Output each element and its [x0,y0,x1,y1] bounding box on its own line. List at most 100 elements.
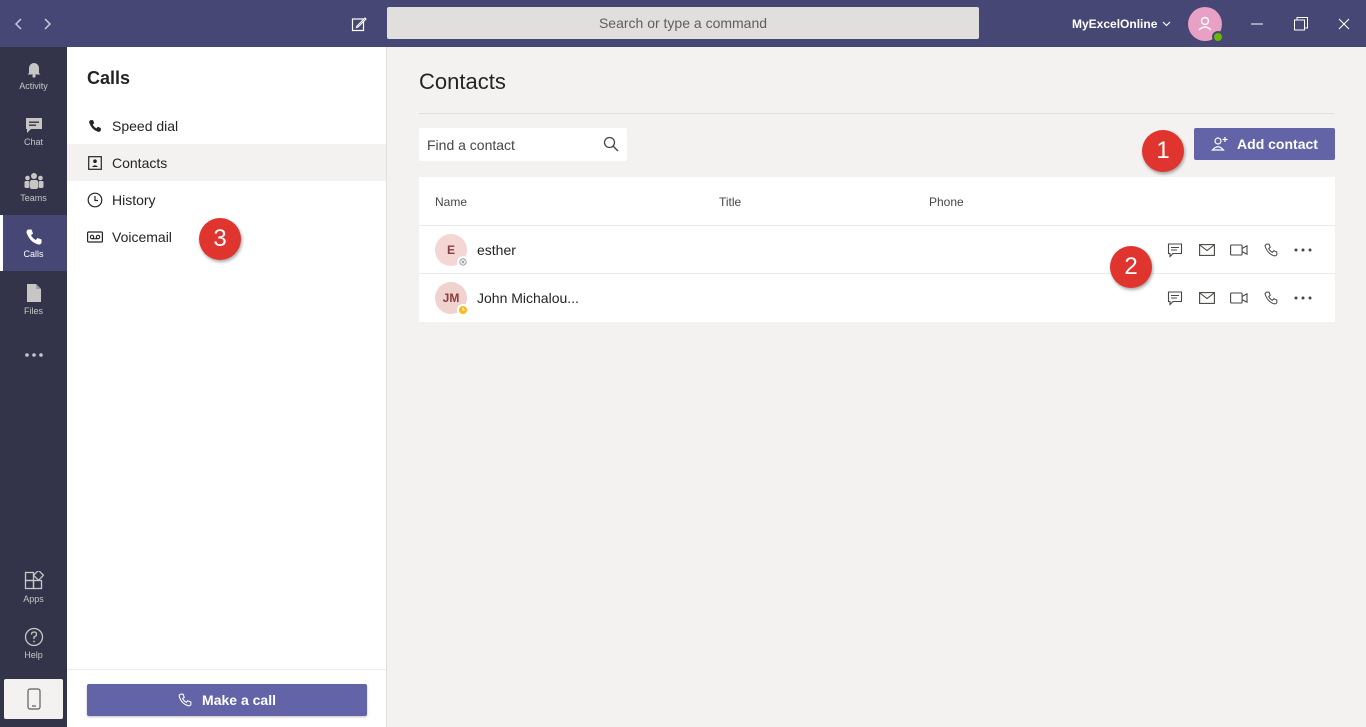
forward-button[interactable] [33,0,61,47]
away-status-icon [457,304,469,316]
table-header: Name Title Phone [419,177,1335,226]
rail-label-teams: Teams [20,192,47,203]
search-placeholder: Search or type a command [598,15,768,31]
minimize-icon [1251,23,1263,24]
divider [419,113,1334,114]
more-options-icon[interactable] [1293,240,1313,260]
profile-avatar[interactable] [1188,7,1224,43]
contacts-table: Name Title Phone E esther JM John Michal… [419,177,1335,322]
column-header-name[interactable]: Name [435,195,467,209]
main-content: Contacts Find a contact Add contact Name… [387,47,1366,727]
nav-item-contacts[interactable]: Contacts [67,144,386,181]
chevron-right-icon [44,17,52,30]
help-icon [24,627,43,646]
chat-icon [25,117,42,133]
apps-icon [24,570,44,589]
email-icon[interactable] [1197,240,1217,260]
contact-actions [1165,274,1313,322]
nav-label-speed-dial: Speed dial [112,117,179,134]
offline-status-icon [457,256,469,268]
voicemail-icon [87,229,103,245]
video-call-icon[interactable] [1229,288,1249,308]
phone-icon [25,229,41,245]
nav-label-contacts: Contacts [112,154,168,171]
find-contact-input[interactable]: Find a contact [419,128,627,161]
minimize-button[interactable] [1235,0,1279,47]
search-icon [603,136,619,152]
video-call-icon[interactable] [1229,240,1249,260]
maximize-button[interactable] [1279,0,1323,47]
bell-icon [27,62,40,78]
clock-icon [87,192,103,208]
close-icon [1338,18,1350,29]
mobile-phone-icon [26,688,41,710]
email-icon[interactable] [1197,288,1217,308]
rail-item-apps[interactable]: Apps [0,559,67,615]
chevron-left-icon [14,17,22,30]
phone-icon [178,693,192,707]
calls-panel: Calls Speed dial Contacts History Voicem… [67,47,387,727]
close-button[interactable] [1322,0,1366,47]
table-row[interactable]: JM John Michalou... [419,274,1335,322]
page-title: Contacts [419,69,506,94]
new-chat-button[interactable] [345,12,373,36]
command-search-box[interactable]: Search or type a command [387,7,979,39]
more-apps-button[interactable] [0,327,67,383]
rail-item-teams[interactable]: Teams [0,159,67,215]
chevron-down-icon [1162,21,1171,26]
back-button[interactable] [5,0,33,47]
rail-item-files[interactable]: Files [0,271,67,327]
rail-item-calls[interactable]: Calls [0,215,67,271]
rail-label-chat: Chat [23,136,43,147]
avatar[interactable]: JM [435,282,469,316]
rail-item-activity[interactable]: Activity [0,47,67,103]
rail-label-files: Files [23,305,43,316]
rail-label-calls: Calls [23,248,44,259]
add-contact-button[interactable]: Add contact [1194,128,1335,160]
nav-item-speed-dial[interactable]: Speed dial [67,107,386,144]
rail-label-help: Help [24,649,43,660]
nav-label-voicemail: Voicemail [112,228,172,245]
panel-title: Calls [87,68,131,88]
find-contact-placeholder: Find a contact [427,136,515,153]
chat-icon[interactable] [1165,240,1185,260]
teams-icon [24,172,43,189]
avatar-initials: JM [442,291,460,305]
make-a-call-button[interactable]: Make a call [87,684,367,716]
restore-icon [1294,16,1308,30]
phone-icon[interactable] [1261,288,1281,308]
callout-badge: 1 [1142,130,1184,172]
add-person-icon [1211,137,1228,151]
contact-name[interactable]: John Michalou... [477,290,579,306]
compose-icon [351,17,367,32]
contact-name[interactable]: esther [477,242,516,258]
download-mobile-app-button[interactable] [4,679,63,719]
person-icon [1198,16,1212,31]
rail-label-activity: Activity [19,80,48,91]
title-bar: Search or type a command MyExcelOnline [0,0,1366,47]
column-header-title[interactable]: Title [719,195,741,209]
rail-item-chat[interactable]: Chat [0,103,67,159]
avatar-initials: E [446,243,455,257]
table-row[interactable]: E esther [419,226,1335,274]
rail-item-help[interactable]: Help [0,615,67,671]
nav-item-history[interactable]: History [67,181,386,218]
avatar[interactable]: E [435,234,469,268]
phone-icon[interactable] [1261,240,1281,260]
available-status-icon [1212,31,1224,43]
contact-actions [1165,226,1313,274]
phone-icon [87,118,103,134]
org-switcher[interactable]: MyExcelOnline [1072,0,1171,47]
make-a-call-label: Make a call [202,692,276,708]
app-rail: Activity Chat Teams Calls Files Apps Hel… [0,47,67,727]
callout-badge: 3 [199,218,241,260]
nav-label-history: History [112,191,156,208]
file-icon [26,283,41,302]
rail-label-apps: Apps [23,593,44,604]
panel-footer: Make a call [67,669,386,727]
more-options-icon[interactable] [1293,288,1313,308]
org-name: MyExcelOnline [1072,16,1158,31]
chat-icon[interactable] [1165,288,1185,308]
contact-card-icon [87,155,103,171]
column-header-phone[interactable]: Phone [929,195,964,209]
